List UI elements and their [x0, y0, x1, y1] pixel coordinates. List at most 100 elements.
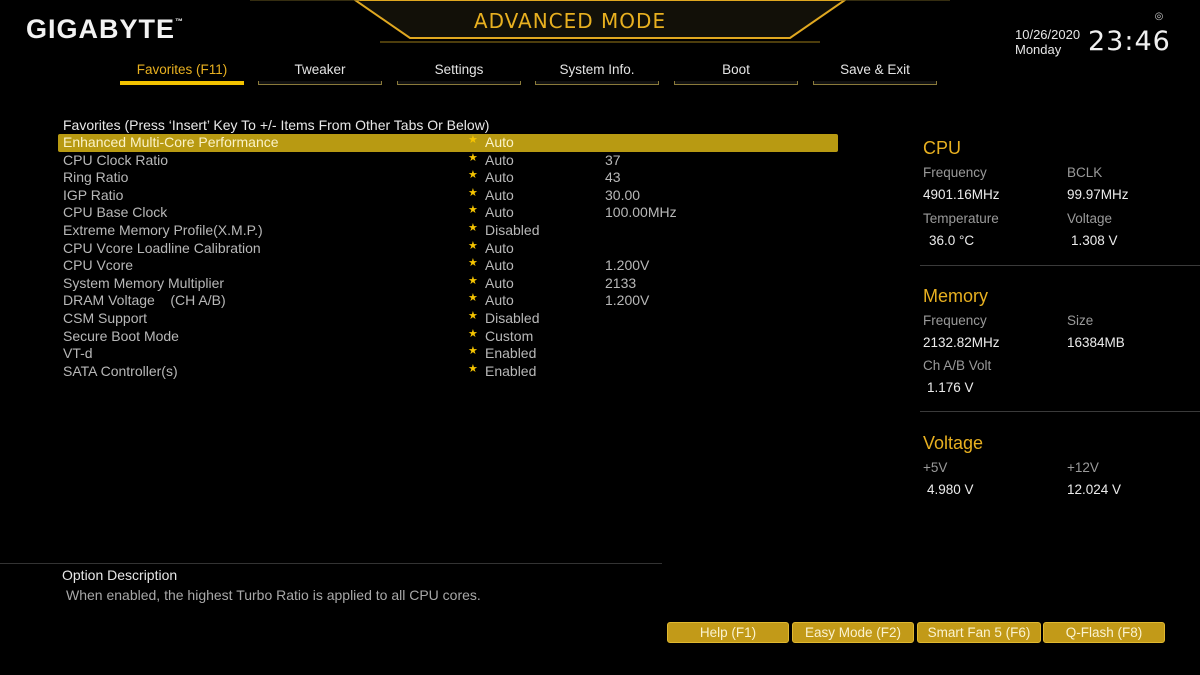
setting-value: Disabled	[485, 221, 540, 238]
favorite-star-icon: ★	[468, 345, 478, 358]
favorite-row[interactable]: Extreme Memory Profile(X.M.P.) ★ Disabled	[58, 222, 838, 240]
clock: 23:46	[1088, 26, 1171, 57]
setting-value: Disabled	[485, 309, 540, 326]
description-divider	[0, 563, 662, 564]
favorite-row[interactable]: DRAM Voltage (CH A/B) ★ Auto 1.200V	[58, 292, 838, 310]
setting-current-value: 2133	[605, 274, 637, 291]
setting-value: Auto	[485, 274, 514, 291]
smart-fan-button[interactable]: Smart Fan 5 (F6)	[917, 622, 1041, 643]
memory-size-label: Size	[1067, 313, 1094, 328]
tab-save-exit[interactable]: Save & Exit	[813, 61, 937, 85]
gigabyte-logo: GIGABYTE™	[26, 14, 183, 45]
divider	[920, 265, 1200, 266]
setting-label: DRAM Voltage (CH A/B)	[63, 292, 226, 309]
tab-label: Save & Exit	[840, 62, 910, 77]
setting-value: Auto	[485, 134, 514, 150]
setting-current-value: 100.00MHz	[605, 204, 677, 221]
setting-current-value: 1.200V	[605, 257, 650, 274]
cpu-frequency-value: 4901.16MHz	[923, 187, 1000, 202]
favorite-row[interactable]: CPU Vcore Loadline Calibration ★ Auto	[58, 240, 838, 258]
cpu-temperature-value: 36.0 °C	[929, 233, 975, 248]
tab-underline	[397, 81, 521, 85]
setting-value: Auto	[485, 239, 514, 256]
divider	[920, 411, 1200, 412]
tab-label: System Info.	[559, 62, 635, 77]
voltage-5v-label: +5V	[923, 460, 948, 475]
setting-value: Auto	[485, 169, 514, 186]
memory-frequency-value: 2132.82MHz	[923, 335, 1000, 350]
favorite-star-icon: ★	[468, 327, 478, 340]
cpu-bclk-label: BCLK	[1067, 165, 1103, 180]
favorite-star-icon: ★	[468, 362, 478, 375]
cpu-voltage-value: 1.308 V	[1071, 233, 1118, 248]
favorite-star-icon: ★	[468, 239, 478, 252]
cpu-temperature-label: Temperature	[923, 211, 999, 226]
setting-label: Enhanced Multi-Core Performance	[63, 134, 279, 150]
favorite-star-icon: ★	[468, 309, 478, 322]
setting-label: CSM Support	[63, 309, 148, 326]
setting-label: CPU Base Clock	[63, 204, 168, 221]
memory-section-title: Memory	[923, 286, 989, 306]
favorite-row[interactable]: System Memory Multiplier ★ Auto 2133	[58, 275, 838, 293]
favorite-star-icon: ★	[468, 169, 478, 182]
favorite-star-icon: ★	[468, 257, 478, 270]
setting-current-value: 37	[605, 151, 621, 168]
tab-underline	[674, 81, 798, 85]
favorite-row[interactable]: CSM Support ★ Disabled	[58, 310, 838, 328]
tab-tweaker[interactable]: Tweaker	[258, 61, 382, 85]
setting-label: Ring Ratio	[63, 169, 129, 186]
day: Monday	[1015, 42, 1062, 57]
favorite-row[interactable]: IGP Ratio ★ Auto 30.00	[58, 187, 838, 205]
voltage-5v-value: 4.980 V	[927, 482, 974, 497]
setting-label: CPU Vcore Loadline Calibration	[63, 239, 261, 256]
favorite-star-icon: ★	[468, 204, 478, 217]
cpu-bclk-value: 99.97MHz	[1067, 187, 1129, 202]
tab-underline	[813, 81, 937, 85]
memory-size-value: 16384MB	[1067, 335, 1125, 350]
tab-underline	[120, 81, 244, 85]
setting-value: Auto	[485, 151, 514, 168]
setting-value: Enabled	[485, 362, 537, 379]
easy-mode-button[interactable]: Easy Mode (F2)	[792, 622, 914, 643]
tab-settings[interactable]: Settings	[397, 61, 521, 85]
favorite-row[interactable]: VT-d ★ Enabled	[58, 345, 838, 363]
favorite-star-icon: ★	[468, 292, 478, 305]
favorites-list: Enhanced Multi-Core Performance ★ Auto CPU …	[58, 134, 838, 380]
favorite-star-icon: ★	[468, 134, 478, 146]
voltage-12v-value: 12.024 V	[1067, 482, 1122, 497]
favorite-star-icon: ★	[468, 186, 478, 199]
favorite-row[interactable]: CPU Vcore ★ Auto 1.200V	[58, 257, 838, 275]
favorite-row[interactable]: Ring Ratio ★ Auto 43	[58, 169, 838, 187]
settings-gear-icon[interactable]: ◎	[1154, 12, 1164, 22]
tab-label: Boot	[722, 62, 750, 77]
voltage-12v-label: +12V	[1067, 460, 1099, 475]
favorite-row[interactable]: Enhanced Multi-Core Performance ★ Auto	[58, 134, 838, 152]
favorite-row[interactable]: Secure Boot Mode ★ Custom	[58, 328, 838, 346]
tab-favorites[interactable]: Favorites (F11)	[120, 61, 244, 85]
favorite-star-icon: ★	[468, 151, 478, 164]
favorite-row[interactable]: SATA Controller(s) ★ Enabled	[58, 363, 838, 381]
setting-label: IGP Ratio	[63, 186, 124, 203]
tab-label: Tweaker	[294, 62, 346, 77]
setting-value: Custom	[485, 327, 534, 344]
setting-label: VT-d	[63, 345, 93, 362]
tab-underline	[258, 81, 382, 85]
setting-label: CPU Vcore	[63, 257, 134, 274]
favorite-row[interactable]: CPU Base Clock ★ Auto 100.00MHz	[58, 204, 838, 222]
favorite-row[interactable]: CPU Clock Ratio ★ Auto 37	[58, 152, 838, 170]
setting-label: SATA Controller(s)	[63, 362, 178, 379]
help-button[interactable]: Help (F1)	[667, 622, 789, 643]
trademark: ™	[175, 17, 184, 26]
memory-volt-label: Ch A/B Volt	[923, 358, 992, 373]
mode-title: ADVANCED MODE	[473, 9, 667, 33]
option-description-title: Option Description	[62, 567, 178, 583]
cpu-frequency-label: Frequency	[923, 165, 987, 180]
tab-system-info[interactable]: System Info.	[535, 61, 659, 85]
memory-volt-value: 1.176 V	[927, 380, 974, 395]
option-description-text: When enabled, the highest Turbo Ratio is…	[66, 587, 481, 603]
favorites-heading: Favorites (Press ‘Insert’ Key To +/- Ite…	[63, 117, 490, 133]
tab-boot[interactable]: Boot	[674, 61, 798, 85]
setting-value: Auto	[485, 292, 514, 309]
setting-value: Auto	[485, 204, 514, 221]
q-flash-button[interactable]: Q-Flash (F8)	[1043, 622, 1165, 643]
